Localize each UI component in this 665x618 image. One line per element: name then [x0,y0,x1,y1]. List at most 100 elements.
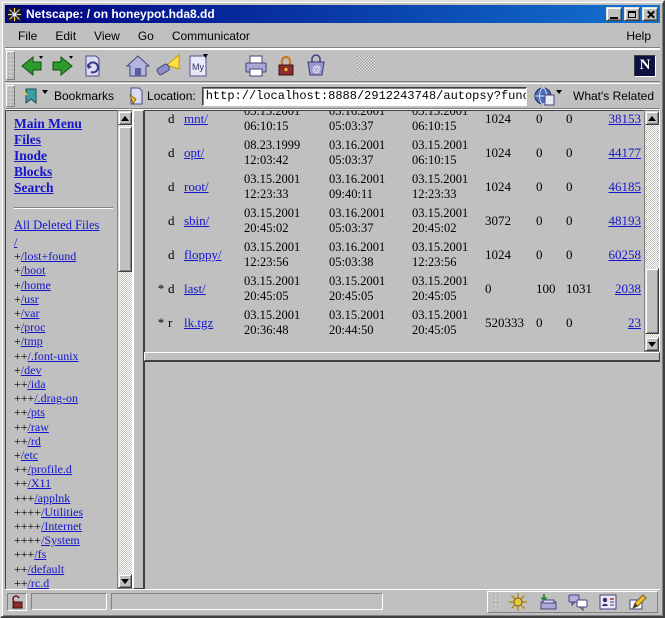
filelist-scroll-down-button[interactable] [645,337,659,351]
shop-button[interactable]: @ [301,52,331,80]
netscape-logo-button[interactable]: N [634,55,656,77]
file-name-link[interactable]: root/ [184,179,244,195]
sidebar-scroll-up-button[interactable] [118,111,132,125]
minimize-button[interactable] [606,7,622,21]
tree-directory-link[interactable]: /home [21,278,51,292]
tree-item: ++/pts [14,405,117,419]
meta-inode-link[interactable]: 48193 [599,213,641,229]
composer-button[interactable] [623,592,653,611]
my-netscape-button[interactable]: My [183,52,213,80]
tree-directory-link[interactable]: /proc [21,320,46,334]
title-bar[interactable]: Netscape: / on honeypot.hda8.dd [5,5,660,23]
tree-depth-prefix: +++ [14,491,34,505]
maximize-button[interactable] [624,7,640,21]
sidebar-link-blocks[interactable]: Blocks [14,164,117,180]
bookmarks-label[interactable]: Bookmarks [54,89,114,103]
meta-inode-link[interactable]: 44177 [599,145,641,161]
menu-go[interactable]: Go [129,26,163,46]
menu-file[interactable]: File [9,26,46,46]
tree-directory-link[interactable]: /fs [34,547,46,561]
changed-time: 03.15.2001 06:10:15 [412,138,485,168]
back-button[interactable] [17,52,47,80]
close-button[interactable] [642,7,658,21]
tree-directory-link[interactable]: /raw [28,420,49,434]
tree-directory-link[interactable]: /lost+found [21,249,76,263]
location-page-icon[interactable] [128,87,144,105]
file-name-link[interactable]: floppy/ [184,247,244,263]
file-type: r [168,315,184,331]
location-label: Location: [147,89,196,103]
frame-divider-vertical[interactable] [133,110,144,589]
sidebar-scroll-down-button[interactable] [118,574,132,588]
tree-directory-link[interactable]: /.drag-on [34,391,78,405]
sidebar-link-main-menu[interactable]: Main Menu [14,116,117,132]
filelist-scroll-up-button[interactable] [645,111,659,125]
sidebar-link-inode[interactable]: Inode [14,148,117,164]
tree-directory-link[interactable]: /ida [28,377,46,391]
tree-directory-link[interactable]: /rc.d [28,576,50,589]
tree-directory-link[interactable]: /var [21,306,40,320]
print-button[interactable] [241,52,271,80]
home-button[interactable] [123,52,153,80]
discussions-button[interactable] [563,592,593,611]
tree-item: +++/applnk [14,491,117,505]
file-gid: 0 [566,247,599,263]
menu-help[interactable]: Help [617,26,660,46]
tree-directory-link[interactable]: /.font-unix [28,349,79,363]
address-book-button[interactable] [593,592,623,611]
whats-related-dropdown-icon[interactable] [556,90,562,94]
tree-directory-link[interactable]: /dev [21,363,42,377]
meta-inode-link[interactable]: 60258 [599,247,641,263]
tree-directory-link[interactable]: /rd [28,434,41,448]
all-deleted-files-link[interactable]: All Deleted Files [14,218,99,233]
mailbox-button[interactable] [533,592,563,611]
locationbar-collapse-grip[interactable] [6,85,15,107]
whats-related-label[interactable]: What's Related [565,89,660,103]
forward-button[interactable] [47,52,77,80]
file-name-link[interactable]: last/ [184,281,244,297]
meta-inode-link[interactable]: 2038 [599,281,641,297]
frame-divider-horizontal[interactable] [144,352,660,361]
meta-inode-link[interactable]: 23 [599,315,641,331]
tree-directory-link[interactable]: /etc [21,448,38,462]
file-row: dfloppy/03.15.2001 12:23:5603.16.2001 05… [145,238,651,272]
filelist-scrollbar-thumb[interactable] [645,268,659,334]
tree-directory-link[interactable]: / [14,235,17,249]
stop-button[interactable] [351,52,381,80]
tree-directory-link[interactable]: /tmp [21,334,43,348]
menu-communicator[interactable]: Communicator [163,26,259,46]
navigator-button[interactable] [503,592,533,611]
file-name-link[interactable]: sbin/ [184,213,244,229]
tree-directory-link[interactable]: /pts [28,405,45,419]
menu-edit[interactable]: Edit [46,26,85,46]
tree-directory-link[interactable]: /X11 [28,476,52,490]
bookmarks-dropdown-icon[interactable] [42,90,48,94]
file-name-link[interactable]: opt/ [184,145,244,161]
file-list-scrollbar[interactable] [644,110,660,352]
tree-directory-link[interactable]: /usr [21,292,39,306]
tree-directory-link[interactable]: /Internet [41,519,82,533]
tree-directory-link[interactable]: /default [28,562,65,576]
component-bar-grip[interactable] [492,593,500,611]
security-status-button[interactable] [7,593,27,611]
tree-directory-link[interactable]: /boot [21,263,46,277]
security-button[interactable] [271,52,301,80]
search-button[interactable] [153,52,183,80]
sidebar-link-search[interactable]: Search [14,180,117,196]
sidebar-scrollbar-thumb[interactable] [118,126,132,272]
tree-directory-link[interactable]: /profile.d [28,462,72,476]
url-input[interactable]: http://localhost:8888/2912243748/autopsy… [202,87,527,106]
sidebar-link-files[interactable]: Files [14,132,117,148]
file-name-link[interactable]: mnt/ [184,111,244,127]
tree-directory-link[interactable]: /System [41,533,80,547]
sidebar-scrollbar[interactable] [117,110,133,589]
reload-button[interactable] [77,52,107,80]
menu-view[interactable]: View [85,26,129,46]
home-icon [125,53,151,79]
tree-directory-link[interactable]: /applnk [34,491,70,505]
toolbar-collapse-grip[interactable] [6,51,15,80]
meta-inode-link[interactable]: 46185 [599,179,641,195]
tree-directory-link[interactable]: /Utilities [41,505,83,519]
meta-inode-link[interactable]: 38153 [599,111,641,127]
file-name-link[interactable]: lk.tgz [184,315,244,331]
